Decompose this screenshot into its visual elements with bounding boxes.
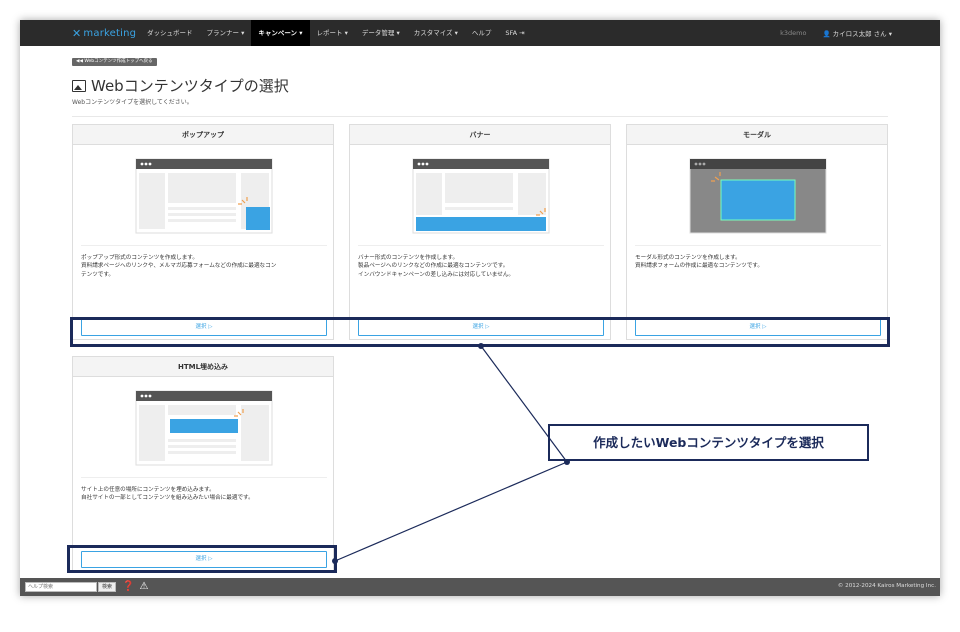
card-separator: [81, 477, 327, 478]
app-window: ✕ marketing ダッシュボード プランナー ▾ キャンペーン ▾ レポー…: [20, 20, 940, 596]
html-embed-illustration-icon: [135, 390, 273, 466]
user-menu[interactable]: 👤 カイロス太郎 さん ▾: [822, 28, 892, 38]
divider: [72, 116, 888, 117]
page-title: Webコンテンツタイプの選択: [72, 75, 289, 96]
annotation-callout: 作成したいWebコンテンツタイプを選択: [548, 424, 869, 461]
nav-item-report[interactable]: レポート ▾: [310, 20, 355, 46]
page-subtitle: Webコンテンツタイプを選択してください。: [72, 99, 193, 106]
card-separator: [81, 245, 327, 246]
help-circle-icon[interactable]: ❓: [122, 581, 134, 593]
nav-item-planner[interactable]: プランナー ▾: [200, 20, 252, 46]
warning-icon[interactable]: ⚠: [138, 581, 150, 593]
card-html-embed: HTML埋め込み サイト上の任意の場所にコンテンツを埋め込みます。 自社サイトの…: [72, 356, 334, 572]
card-description: モーダル形式のコンテンツを作成します。 資料請求フォームの作成に最適なコンテンツ…: [635, 255, 763, 270]
card-title: バナー: [350, 125, 610, 145]
back-button[interactable]: ◀◀ Webコンテンツ作成トップへ戻る: [72, 58, 157, 66]
card-modal: モーダル モーダル形式のコンテンツを作成します。 資料請求フォームの作成に最適な…: [626, 124, 888, 340]
logo-text: marketing: [83, 28, 137, 39]
card-separator: [358, 245, 604, 246]
top-navbar: ✕ marketing ダッシュボード プランナー ▾ キャンペーン ▾ レポー…: [20, 20, 940, 46]
nav-menu: ダッシュボード プランナー ▾ キャンペーン ▾ レポート ▾ データ管理 ▾ …: [140, 20, 532, 46]
copyright: © 2012-2024 Kairos Marketing Inc.: [837, 583, 936, 589]
app-logo[interactable]: ✕ marketing: [72, 27, 136, 40]
account-name: k3demo: [780, 29, 807, 37]
logo-mark-icon: ✕: [72, 27, 82, 40]
nav-right: k3demo 👤 カイロス太郎 さん ▾: [780, 20, 892, 46]
nav-item-sfa[interactable]: SFA ⇥: [498, 20, 531, 46]
help-search-button[interactable]: 検索: [98, 582, 116, 592]
card-banner: バナー バナー形式のコンテンツを作成します。 製品ページへのリンクなどの作成に最…: [349, 124, 611, 340]
card-title: ポップアップ: [73, 125, 333, 145]
card-title: HTML埋め込み: [73, 357, 333, 377]
card-description: ポップアップ形式のコンテンツを作成します。 資料請求ページへのリンクや、メルマガ…: [81, 255, 277, 278]
nav-item-help[interactable]: ヘルプ: [465, 20, 499, 46]
nav-item-data[interactable]: データ管理 ▾: [355, 20, 407, 46]
page-title-text: Webコンテンツタイプの選択: [91, 77, 289, 95]
popup-illustration-icon: [135, 158, 273, 234]
nav-item-dashboard[interactable]: ダッシュボード: [140, 20, 200, 46]
card-popup: ポップアップ ポップアップ形式のコンテンツを作成します。 資料請求ページへのリン…: [72, 124, 334, 340]
annotation-box-top-row: [70, 317, 890, 347]
modal-illustration-icon: [689, 158, 827, 234]
nav-item-customize[interactable]: カスタマイズ ▾: [407, 20, 465, 46]
help-search-input[interactable]: [25, 582, 97, 592]
nav-item-campaign[interactable]: キャンペーン ▾: [251, 20, 310, 46]
card-separator: [635, 245, 881, 246]
banner-illustration-icon: [412, 158, 550, 234]
annotation-box-html-embed: [67, 545, 337, 573]
image-icon: [72, 79, 86, 92]
footer-bar: 検索 ❓ ⚠ © 2012-2024 Kairos Marketing Inc.: [20, 578, 940, 596]
card-title: モーダル: [627, 125, 887, 145]
card-description: バナー形式のコンテンツを作成します。 製品ページへのリンクなどの作成に最適なコン…: [358, 255, 515, 278]
card-description: サイト上の任意の場所にコンテンツを埋め込みます。 自社サイトの一部としてコンテン…: [81, 487, 254, 502]
